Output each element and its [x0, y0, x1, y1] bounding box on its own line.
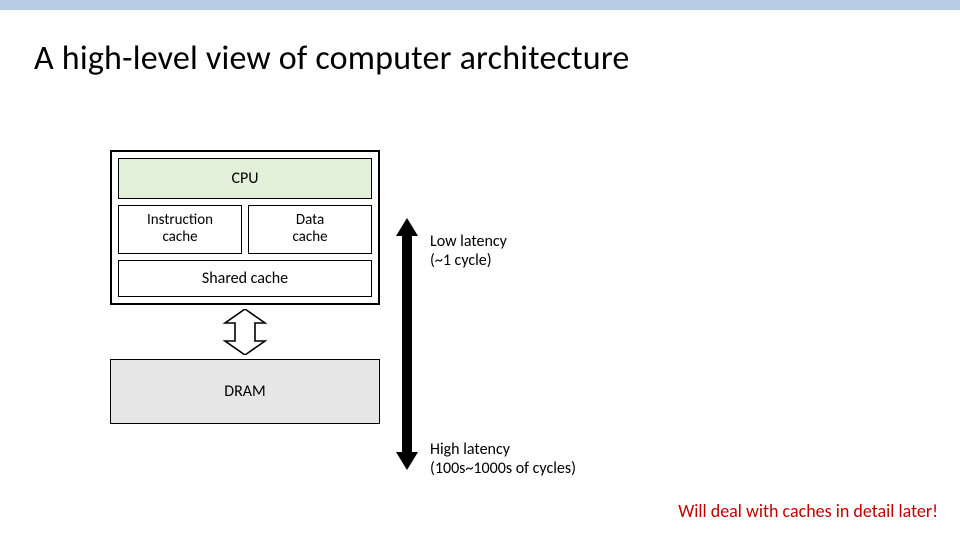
footnote-text: Will deal with caches in detail later!: [678, 500, 938, 522]
low-latency-line2: (~1 cycle): [430, 251, 507, 270]
bus-double-arrow-icon: [220, 309, 270, 355]
low-latency-label: Low latency (~1 cycle): [430, 232, 507, 270]
data-cache-label: Data cache: [292, 211, 327, 246]
instruction-cache-box: Instruction cache: [118, 205, 242, 254]
data-cache-box: Data cache: [248, 205, 372, 254]
cpu-box: CPU: [118, 158, 372, 199]
shared-cache-box: Shared cache: [118, 260, 372, 297]
slide-title: A high-level view of computer architectu…: [0, 10, 960, 79]
cpu-package-box: CPU Instruction cache Data cache Shared …: [110, 150, 380, 305]
dram-box: DRAM: [110, 359, 380, 424]
latency-double-arrow-icon: [396, 218, 418, 470]
instruction-cache-label: Instruction cache: [147, 211, 213, 246]
high-latency-line2: (100s~1000s of cycles): [430, 459, 576, 478]
high-latency-label: High latency (100s~1000s of cycles): [430, 440, 576, 478]
architecture-diagram: CPU Instruction cache Data cache Shared …: [110, 150, 380, 424]
low-latency-line1: Low latency: [430, 232, 507, 251]
top-accent-bar: [0, 0, 960, 10]
l1-cache-row: Instruction cache Data cache: [118, 205, 372, 254]
high-latency-line1: High latency: [430, 440, 576, 459]
